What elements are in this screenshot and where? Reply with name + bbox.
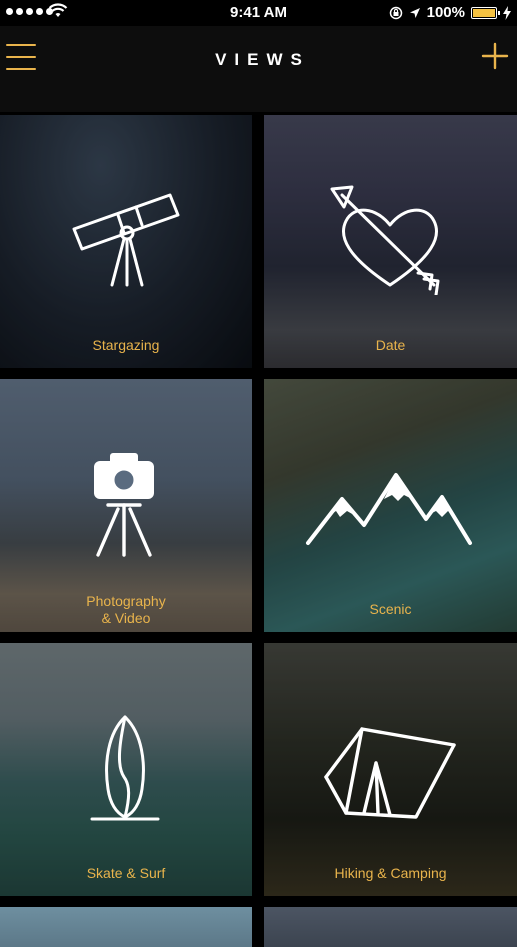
category-label: Date	[375, 337, 406, 353]
category-label: Photography & Video	[86, 593, 166, 626]
category-tile-date[interactable]: Date	[264, 115, 517, 368]
category-label: Scenic	[369, 601, 412, 617]
status-bar: 9:41 AM 100%	[0, 0, 517, 26]
category-tile-partial[interactable]	[0, 907, 252, 947]
category-tile-partial[interactable]	[264, 907, 517, 947]
category-tile-photography-video[interactable]: Photography & Video	[0, 379, 252, 632]
mountains-icon	[306, 473, 472, 545]
nav-bar: VIEWS	[0, 26, 517, 112]
orientation-lock-icon	[389, 6, 402, 19]
plus-icon[interactable]	[481, 42, 509, 70]
location-arrow-icon	[409, 7, 420, 18]
surfboard-icon	[90, 715, 160, 821]
category-tile-stargazing[interactable]: Stargazing	[0, 115, 252, 368]
page-title: VIEWS	[215, 50, 310, 69]
camera-tripod-icon	[94, 453, 154, 557]
battery-percent: 100%	[426, 4, 465, 21]
category-label: Stargazing	[92, 337, 160, 353]
battery-icon	[471, 6, 500, 19]
category-tile-scenic[interactable]: Scenic	[264, 379, 517, 632]
telescope-icon	[72, 193, 180, 287]
tent-icon	[324, 727, 456, 819]
heart-arrow-icon	[330, 185, 440, 295]
category-tile-hiking-camping[interactable]: Hiking & Camping	[264, 643, 517, 896]
charging-icon	[503, 5, 511, 20]
category-label: Skate & Surf	[86, 865, 166, 881]
category-tile-skate-surf[interactable]: Skate & Surf	[0, 643, 252, 896]
category-label: Hiking & Camping	[334, 865, 447, 881]
